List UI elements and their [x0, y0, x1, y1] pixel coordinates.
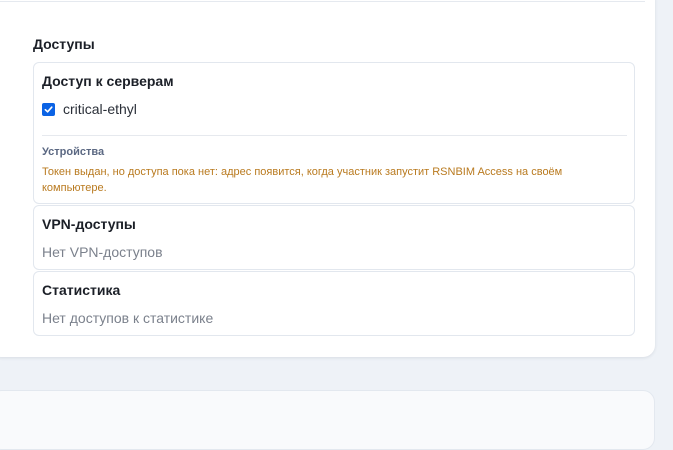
devices-title: Устройства [42, 146, 105, 158]
server-access-title: Доступ к серверам [42, 73, 174, 89]
vpn-access-title: VPN-доступы [42, 216, 136, 232]
server-access-panel: Доступ к серверам critical-ethyl Устройс… [33, 62, 635, 204]
stats-access-title: Статистика [42, 282, 121, 298]
server-checkbox-row[interactable]: critical-ethyl [42, 101, 137, 117]
stats-access-panel: Статистика Нет доступов к статистике [33, 271, 635, 336]
next-card [0, 390, 655, 450]
vpn-empty-text: Нет VPN-доступов [42, 244, 163, 260]
top-divider [0, 1, 645, 2]
server-checkbox[interactable] [42, 102, 55, 116]
vpn-access-panel: VPN-доступы Нет VPN-доступов [33, 205, 635, 270]
divider [42, 135, 627, 136]
devices-warning-note: Токен выдан, но доступа пока нет: адрес … [42, 166, 563, 194]
stats-empty-text: Нет доступов к статистике [42, 310, 214, 326]
server-name: critical-ethyl [63, 101, 137, 117]
check-icon [44, 105, 53, 113]
section-title-access: Доступы [33, 36, 95, 52]
